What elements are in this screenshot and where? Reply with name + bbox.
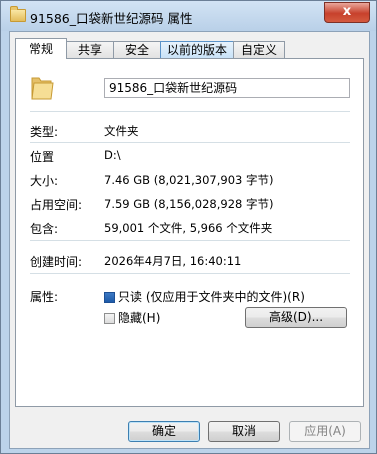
tab-customize[interactable]: 自定义 xyxy=(233,41,285,58)
folder-name-input[interactable]: 91586_口袋新世纪源码 xyxy=(104,78,350,98)
hidden-checkbox[interactable] xyxy=(104,313,115,324)
title-bar[interactable]: 91586_口袋新世纪源码 属性 x xyxy=(1,1,376,31)
cancel-button[interactable]: 取消 xyxy=(208,421,280,442)
tab-previous-versions[interactable]: 以前的版本 xyxy=(160,41,234,58)
size-on-disk-label: 占用空间: xyxy=(30,198,83,212)
divider xyxy=(30,273,350,274)
tab-general[interactable]: 常规 xyxy=(15,38,67,59)
close-button[interactable]: x xyxy=(324,2,370,23)
size-on-disk-value: 7.59 GB (8,156,028,928 字节) xyxy=(104,197,274,211)
type-value: 文件夹 xyxy=(104,124,139,138)
tab-security[interactable]: 安全 xyxy=(113,41,161,58)
readonly-checkbox[interactable] xyxy=(104,292,115,303)
size-label: 大小: xyxy=(30,174,59,188)
general-panel: 91586_口袋新世纪源码 类型: 文件夹 位置 D:\ 大小: 7.46 GB… xyxy=(15,58,364,407)
properties-window: 91586_口袋新世纪源码 属性 x 常规 共享 安全 以前的版本 自定义 91… xyxy=(0,0,377,454)
location-value: D:\ xyxy=(104,148,121,162)
dialog-client: 常规 共享 安全 以前的版本 自定义 91586_口袋新世纪源码 类型: 文件夹… xyxy=(9,31,370,449)
hidden-label[interactable]: 隐藏(H) xyxy=(118,309,160,326)
folder-icon xyxy=(10,6,26,22)
apply-button[interactable]: 应用(A) xyxy=(289,421,361,442)
readonly-label[interactable]: 只读 (仅应用于文件夹中的文件)(R) xyxy=(118,288,305,305)
contains-label: 包含: xyxy=(30,222,59,236)
large-folder-icon xyxy=(31,77,54,100)
divider xyxy=(30,142,350,143)
location-label: 位置 xyxy=(30,150,55,164)
contains-value: 59,001 个文件, 5,966 个文件夹 xyxy=(104,221,273,235)
type-label: 类型: xyxy=(30,125,59,139)
divider xyxy=(30,111,350,112)
divider xyxy=(30,240,350,241)
advanced-button[interactable]: 高级(D)... xyxy=(245,307,347,328)
created-label: 创建时间: xyxy=(30,255,83,269)
attributes-label: 属性: xyxy=(30,290,59,304)
created-value: 2026年4月7日, 16:40:11 xyxy=(104,254,242,268)
window-title: 91586_口袋新世纪源码 属性 xyxy=(30,11,193,26)
size-value: 7.46 GB (8,021,307,903 字节) xyxy=(104,173,274,187)
ok-button[interactable]: 确定 xyxy=(128,421,200,442)
tab-sharing[interactable]: 共享 xyxy=(66,41,114,58)
